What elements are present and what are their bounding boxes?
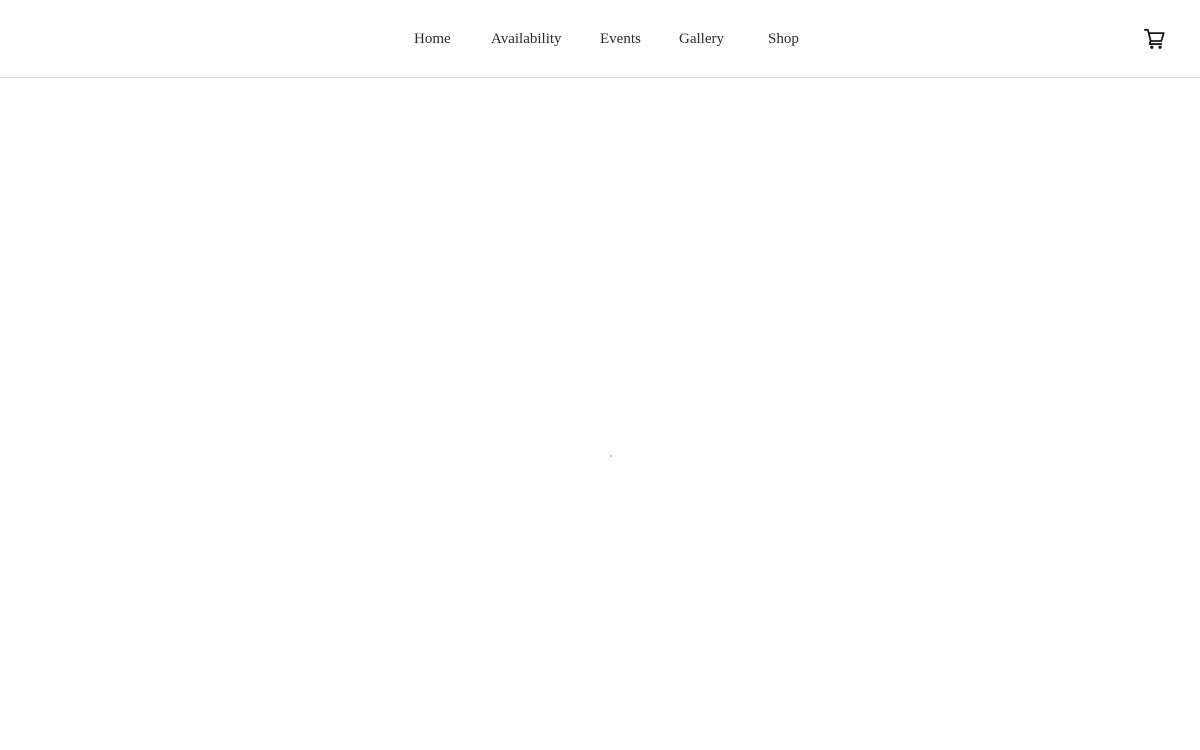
nav-link-gallery[interactable]: Gallery (679, 30, 724, 48)
cart-button[interactable] (1144, 28, 1166, 50)
loading-spinner (610, 455, 612, 457)
nav-link-home[interactable]: Home (414, 30, 451, 48)
nav-link-shop[interactable]: Shop (768, 30, 799, 48)
shopping-cart-icon (1144, 28, 1165, 49)
site-header: Home Availability Events Gallery Shop (0, 0, 1200, 78)
main-nav: Home Availability Events Gallery Shop (0, 0, 1200, 78)
nav-link-events[interactable]: Events (600, 30, 641, 48)
nav-link-availability[interactable]: Availability (491, 30, 562, 48)
main-content (0, 78, 1200, 750)
